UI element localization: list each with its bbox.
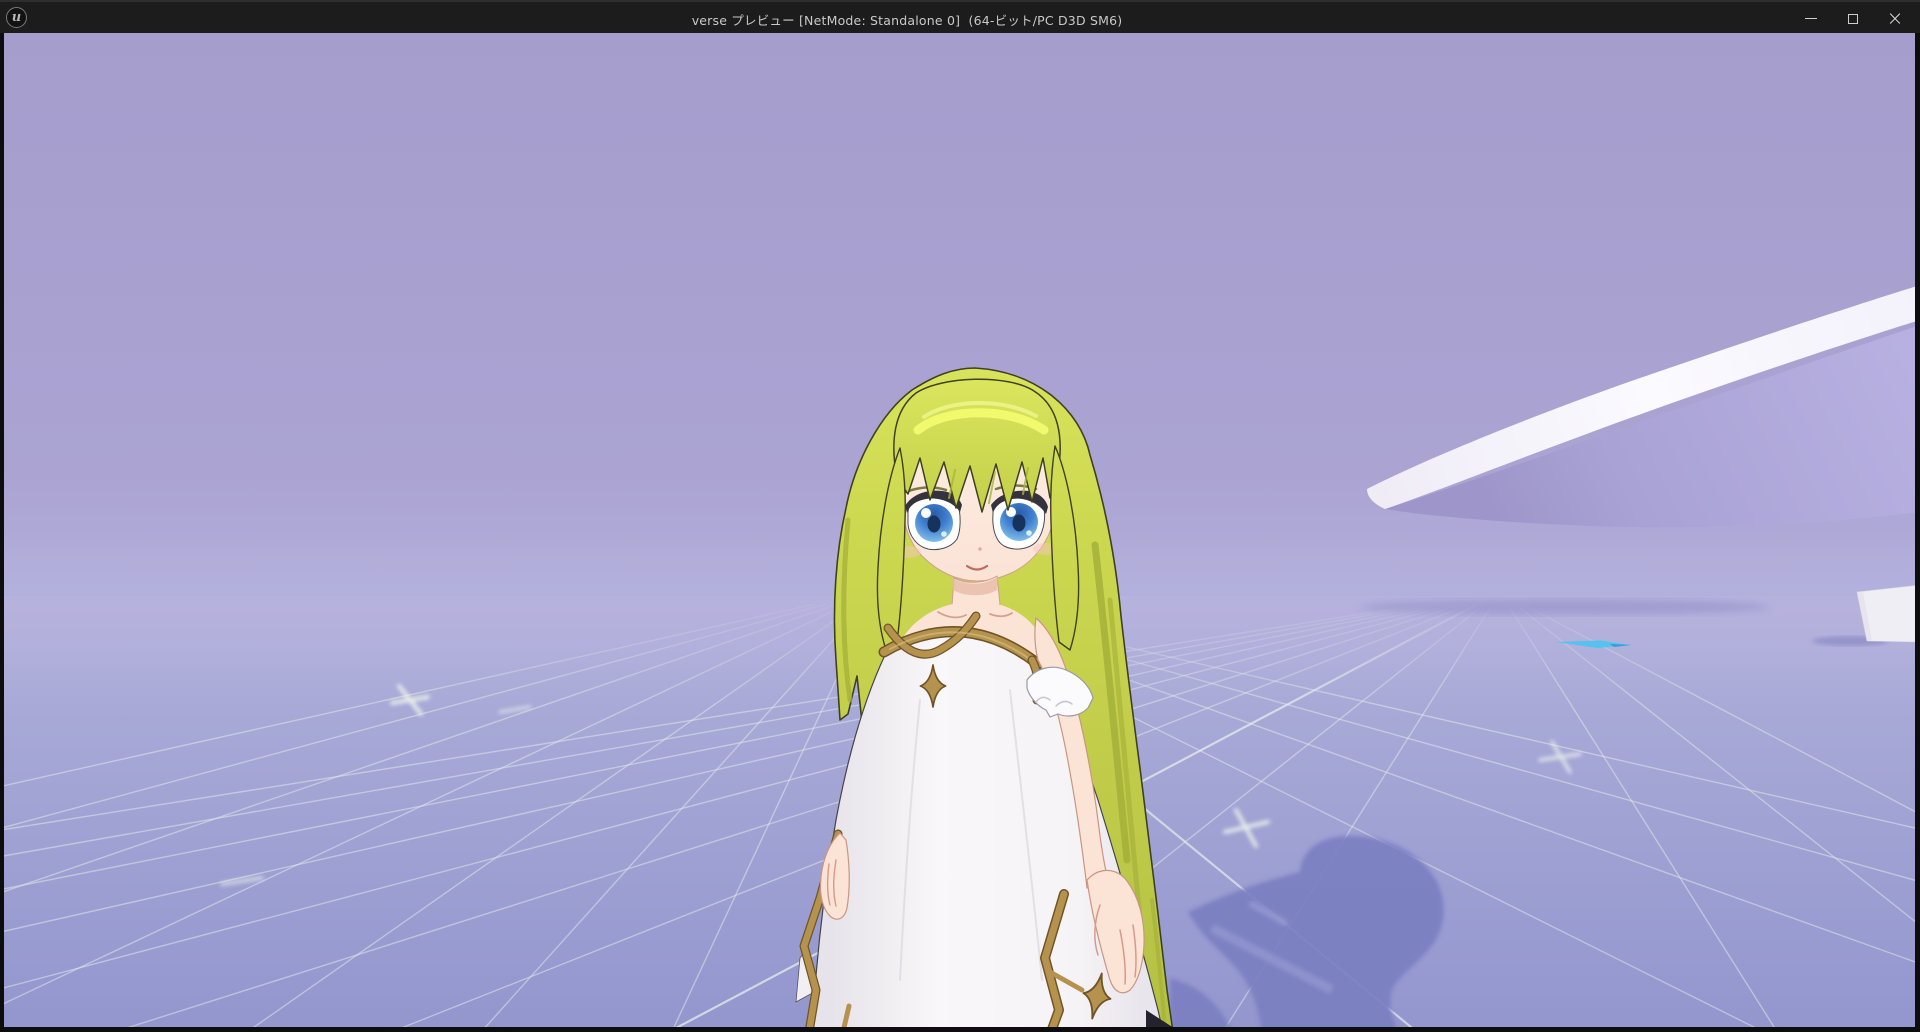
maximize-button[interactable] xyxy=(1832,2,1874,35)
window-title: verse プレビュー [NetMode: Standalone 0] (64-… xyxy=(692,2,1123,35)
window-titlebar: u verse プレビュー [NetMode: Standalone 0] (6… xyxy=(0,0,1920,33)
game-preview-viewport[interactable] xyxy=(4,33,1915,1027)
disc-floor-shadow xyxy=(1360,599,1770,615)
unreal-engine-logo-icon[interactable]: u xyxy=(6,7,27,28)
minimize-button[interactable] xyxy=(1790,2,1832,35)
window-controls: × xyxy=(1790,2,1916,35)
scene-render xyxy=(4,33,1915,1027)
nose xyxy=(978,547,982,551)
minimize-icon xyxy=(1805,18,1817,19)
maximize-icon xyxy=(1848,14,1858,24)
app-window: { "window": { "title": "verse プレビュー [Net… xyxy=(0,0,1920,1032)
close-button[interactable]: × xyxy=(1874,2,1916,35)
unreal-logo-glyph: u xyxy=(12,11,21,24)
close-icon: × xyxy=(1887,8,1904,28)
